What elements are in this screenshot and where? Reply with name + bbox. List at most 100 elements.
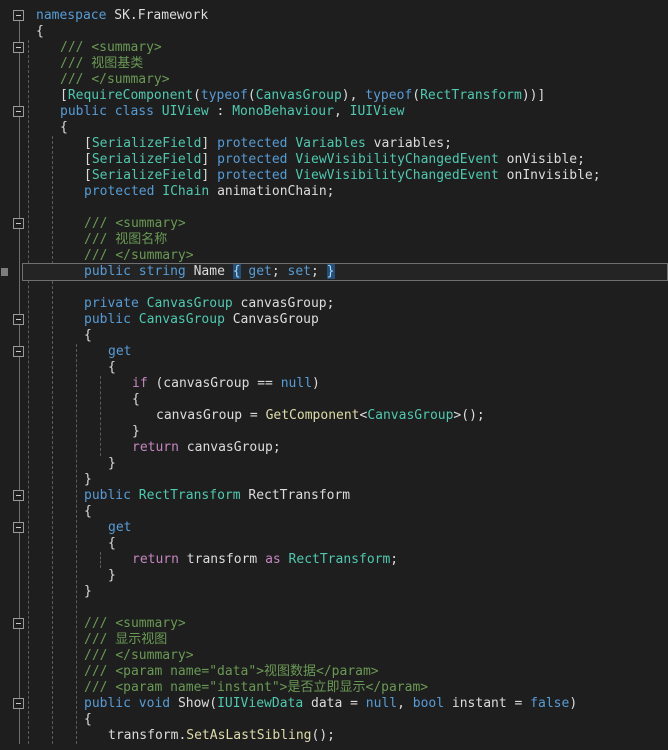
- code-line[interactable]: [SerializeField] protected ViewVisibilit…: [84, 168, 601, 184]
- code-token: ): [569, 696, 578, 711]
- code-token: }: [84, 472, 92, 487]
- code-line[interactable]: {: [84, 328, 92, 344]
- code-token: CanvasGroup: [224, 312, 319, 327]
- code-line[interactable]: get: [108, 344, 131, 360]
- code-line[interactable]: public CanvasGroup CanvasGroup: [84, 312, 319, 328]
- code-line[interactable]: public string Name { get; set; }: [84, 264, 335, 280]
- code-token: ;: [390, 552, 399, 567]
- code-line[interactable]: /// 视图名称: [84, 232, 167, 248]
- code-token: </summary>: [115, 648, 194, 663]
- code-token: ;: [311, 264, 327, 279]
- code-token: CanvasGroup: [138, 312, 225, 327]
- code-token: ///: [84, 664, 116, 679]
- code-line[interactable]: protected IChain animationChain;: [84, 184, 334, 200]
- code-token: {: [84, 504, 92, 519]
- code-token: {: [108, 360, 116, 375]
- code-token: typeof: [200, 88, 248, 103]
- code-line[interactable]: /// <param name="instant">是否立即显示</param>: [84, 680, 428, 696]
- code-token: class: [114, 104, 162, 119]
- code-token: get: [248, 264, 272, 279]
- code-line[interactable]: public class UIView : MonoBehaviour, IUI…: [60, 104, 404, 120]
- code-line[interactable]: /// <summary>: [84, 216, 186, 232]
- code-line[interactable]: {: [108, 360, 116, 376]
- code-token: ;: [271, 264, 288, 279]
- code-line[interactable]: [RequireComponent(typeof(CanvasGroup), t…: [60, 88, 545, 104]
- code-line[interactable]: /// 显示视图: [84, 632, 167, 648]
- code-line[interactable]: }: [108, 568, 116, 584]
- code-token: protected: [84, 184, 163, 199]
- code-token: }: [108, 568, 116, 583]
- code-line[interactable]: /// </summary>: [84, 248, 194, 264]
- code-token: RectTransform: [240, 488, 351, 503]
- code-token: typeof: [365, 88, 413, 103]
- code-token: set: [287, 264, 312, 279]
- code-token: [: [84, 136, 92, 151]
- code-token: string: [138, 264, 194, 279]
- code-line[interactable]: /// <param name="data">视图数据</param>: [84, 664, 379, 680]
- code-token: }: [108, 456, 116, 471]
- code-token: SK.Framework: [114, 8, 209, 23]
- code-token: IUIView: [349, 104, 405, 119]
- code-line[interactable]: {: [36, 24, 44, 40]
- code-token: ),: [341, 88, 366, 103]
- code-line[interactable]: return canvasGroup;: [132, 440, 281, 456]
- code-token: {: [60, 120, 68, 135]
- code-line[interactable]: }: [132, 424, 140, 440]
- code-line[interactable]: /// </summary>: [60, 72, 170, 88]
- code-token: void: [138, 696, 178, 711]
- code-token: {: [108, 536, 116, 551]
- code-token: {: [36, 24, 44, 39]
- code-token: ();: [311, 728, 335, 743]
- code-token: animationChain;: [209, 184, 335, 199]
- code-token: transform: [178, 552, 266, 567]
- code-token: onVisible;: [498, 152, 585, 167]
- code-token: </summary>: [91, 72, 170, 87]
- code-line[interactable]: {: [108, 536, 116, 552]
- code-line[interactable]: [SerializeField] protected Variables var…: [84, 136, 452, 152]
- code-editor[interactable]: namespace SK.Framework{/// <summary>/// …: [0, 0, 668, 750]
- code-content[interactable]: namespace SK.Framework{/// <summary>/// …: [0, 0, 668, 750]
- code-line[interactable]: {: [60, 120, 68, 136]
- code-line[interactable]: return transform as RectTransform;: [132, 552, 398, 568]
- code-line[interactable]: /// 视图基类: [60, 56, 143, 72]
- code-token: variables;: [365, 136, 452, 151]
- code-line[interactable]: private CanvasGroup canvasGroup;: [84, 296, 334, 312]
- code-token: </summary>: [115, 248, 194, 263]
- code-line[interactable]: namespace SK.Framework: [36, 8, 208, 24]
- code-line[interactable]: /// <summary>: [84, 616, 186, 632]
- code-token: >();: [453, 408, 485, 423]
- code-line[interactable]: public RectTransform RectTransform: [84, 488, 350, 504]
- code-token: namespace: [36, 8, 115, 23]
- code-token: public: [84, 488, 139, 503]
- code-line[interactable]: /// <summary>: [60, 40, 162, 56]
- code-token: ///: [60, 40, 92, 55]
- code-line[interactable]: if (canvasGroup == null): [132, 376, 320, 392]
- code-token: return: [132, 552, 179, 567]
- code-token: onInvisible;: [498, 168, 601, 183]
- code-token: RectTransform: [288, 552, 391, 567]
- code-token: get: [108, 520, 132, 535]
- code-token: <summary>: [91, 40, 162, 55]
- code-line[interactable]: [SerializeField] protected ViewVisibilit…: [84, 152, 585, 168]
- code-line[interactable]: }: [84, 584, 92, 600]
- code-line[interactable]: {: [84, 712, 92, 728]
- code-line[interactable]: }: [108, 456, 116, 472]
- code-token: SerializeField: [91, 152, 202, 167]
- code-line[interactable]: {: [84, 504, 92, 520]
- code-token: (canvasGroup ==: [147, 376, 281, 391]
- code-token: CanvasGroup: [367, 408, 454, 423]
- code-token: (: [193, 88, 201, 103]
- code-line[interactable]: public void Show(IUIViewData data = null…: [84, 696, 577, 712]
- code-token: [: [60, 88, 68, 103]
- code-token: protected: [217, 168, 296, 183]
- code-line[interactable]: }: [84, 472, 92, 488]
- code-line[interactable]: /// </summary>: [84, 648, 194, 664]
- code-line[interactable]: get: [108, 520, 131, 536]
- code-token: ViewVisibilityChangedEvent: [295, 168, 499, 183]
- code-token: get: [108, 344, 132, 359]
- code-token: :: [208, 104, 233, 119]
- code-token: {: [84, 328, 92, 343]
- code-line[interactable]: canvasGroup = GetComponent<CanvasGroup>(…: [156, 408, 485, 424]
- code-line[interactable]: {: [132, 392, 140, 408]
- code-line[interactable]: transform.SetAsLastSibling();: [108, 728, 335, 744]
